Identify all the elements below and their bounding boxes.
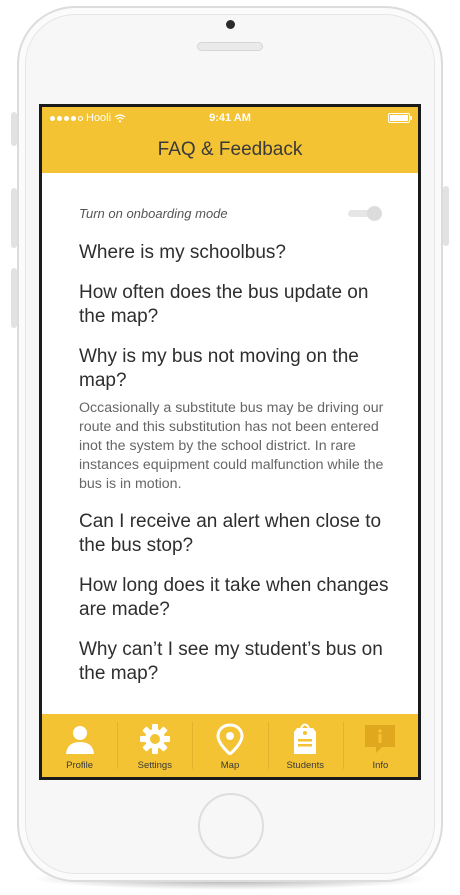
- tab-label: Info: [372, 760, 389, 771]
- map-pin-icon: [213, 722, 247, 756]
- faq-item[interactable]: Why can’t I see my student’s bus on the …: [79, 638, 389, 686]
- faq-item[interactable]: How often does the bus update on the map…: [79, 281, 389, 329]
- toggle-knob: [367, 206, 382, 221]
- gear-icon: [138, 722, 172, 756]
- status-time: 9:41 AM: [209, 112, 251, 124]
- mute-switch: [11, 112, 17, 146]
- faq-item[interactable]: Why is my bus not moving on the map? Occa…: [79, 345, 389, 494]
- faq-question[interactable]: How often does the bus update on the map…: [79, 281, 389, 329]
- phone-screen: Hooli 9:41 AM FAQ & Feedback Turn on onb…: [39, 104, 421, 780]
- status-bar: Hooli 9:41 AM: [42, 107, 418, 129]
- home-button[interactable]: [198, 793, 264, 859]
- volume-down-button: [11, 268, 17, 328]
- faq-content[interactable]: Turn on onboarding mode Where is my scho…: [42, 173, 418, 717]
- faq-question[interactable]: Can I receive an alert when close to the…: [79, 510, 389, 558]
- faq-question[interactable]: Where is my schoolbus?: [79, 241, 389, 265]
- tab-profile[interactable]: Profile: [42, 714, 117, 777]
- faq-item[interactable]: Where is my schoolbus?: [79, 241, 389, 265]
- earpiece-speaker: [197, 42, 263, 51]
- faq-answer: Occasionally a substitute bus may be dri…: [79, 400, 384, 492]
- faq-list: Where is my schoolbus? How often does the…: [79, 241, 389, 702]
- power-button: [443, 186, 449, 246]
- tab-bar: Profile Settings Map Students Info: [42, 714, 418, 777]
- tab-settings[interactable]: Settings: [117, 714, 192, 777]
- tab-label: Students: [286, 760, 324, 771]
- onboarding-toggle[interactable]: [348, 206, 382, 221]
- battery-icon: [388, 113, 412, 123]
- faq-question[interactable]: Why can’t I see my student’s bus on the …: [79, 638, 389, 686]
- person-icon: [63, 722, 97, 756]
- tab-label: Settings: [137, 760, 172, 771]
- tab-map[interactable]: Map: [192, 714, 267, 777]
- tab-label: Profile: [66, 760, 94, 771]
- faq-question[interactable]: How long does it take when changes are m…: [79, 574, 389, 622]
- faq-item[interactable]: Can I receive an alert when close to the…: [79, 510, 389, 558]
- onboarding-label: Turn on onboarding mode: [79, 206, 228, 221]
- luggage-tag-icon: [288, 722, 322, 756]
- info-bubble-icon: [363, 722, 397, 756]
- faq-question[interactable]: Why is my bus not moving on the map?: [79, 345, 389, 393]
- app-header: Hooli 9:41 AM FAQ & Feedback: [42, 107, 418, 173]
- tab-students[interactable]: Students: [267, 714, 343, 777]
- page-title: FAQ & Feedback: [157, 139, 303, 160]
- tab-info[interactable]: Info: [342, 714, 418, 777]
- front-camera: [226, 20, 235, 29]
- volume-up-button: [11, 188, 17, 248]
- faq-item[interactable]: How long does it take when changes are m…: [79, 574, 389, 622]
- tab-label: Map: [220, 760, 240, 771]
